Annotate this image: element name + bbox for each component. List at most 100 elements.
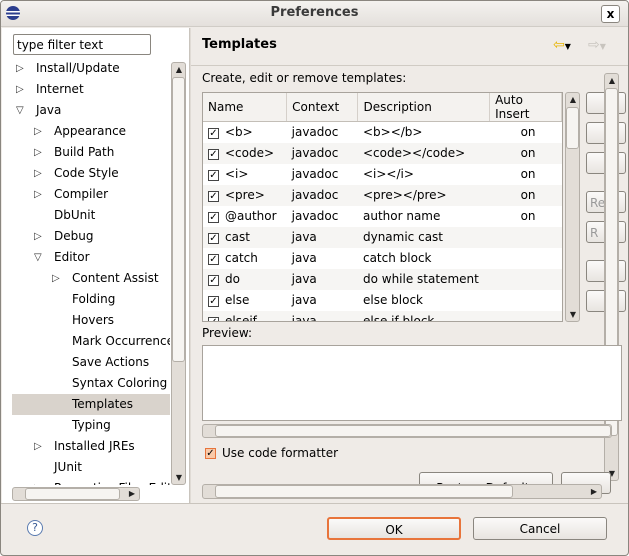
table-vertical-scrollbar[interactable]: ▲ ▼	[565, 92, 580, 322]
column-header-description[interactable]: Description	[357, 93, 491, 122]
context-cell: javadoc	[291, 167, 339, 181]
collapsed-triangle-icon[interactable]: ▷	[16, 79, 24, 100]
tree-item[interactable]: Save Actions	[12, 352, 170, 373]
table-row[interactable]: ✓ <pre> javadoc <pre></pre> on	[203, 184, 562, 206]
help-icon[interactable]: ?	[27, 520, 43, 536]
enabled-checkbox[interactable]: ✓	[208, 128, 219, 140]
scroll-up-arrow-icon[interactable]: ▲	[566, 95, 580, 104]
name-cell: ✓ <pre>	[203, 184, 287, 206]
enabled-checkbox[interactable]: ✓	[208, 275, 219, 286]
scroll-up-arrow-icon[interactable]: ▲	[605, 76, 619, 85]
auto-insert-cell	[490, 248, 562, 269]
scroll-thumb[interactable]	[566, 107, 579, 149]
enabled-checkbox[interactable]: ✓	[208, 212, 219, 223]
scroll-down-arrow-icon[interactable]: ▼	[172, 473, 186, 482]
table-row[interactable]: ✓ cast java dynamic cast	[203, 226, 562, 248]
column-header-name[interactable]: Name	[203, 93, 288, 122]
tree-item[interactable]: ▷ Compiler	[12, 184, 170, 205]
tree-item[interactable]: Mark Occurrences	[12, 331, 170, 352]
forward-arrow-icon[interactable]: ⇨▼	[588, 37, 606, 53]
tree-item-label: Code Style	[54, 166, 119, 180]
collapsed-triangle-icon[interactable]: ▷	[52, 268, 60, 289]
scroll-thumb[interactable]	[215, 485, 513, 498]
collapsed-triangle-icon[interactable]: ▷	[34, 226, 42, 247]
preference-tree: ▷ Install/Update ▷ Internet ▽ Java ▷ Appearance…	[2, 59, 170, 485]
tree-item[interactable]: ▷ Appearance	[12, 121, 170, 142]
collapsed-triangle-icon[interactable]: ▷	[34, 142, 42, 163]
auto-insert-cell	[489, 310, 562, 321]
tree-item-label: Hovers	[72, 313, 115, 327]
enabled-checkbox[interactable]: ✓	[208, 191, 219, 202]
collapsed-triangle-icon[interactable]: ▷	[34, 163, 42, 184]
context-cell: javadoc	[286, 142, 358, 164]
enabled-checkbox[interactable]: ✓	[208, 149, 219, 160]
template-name: <i>	[225, 167, 249, 181]
preview-horizontal-scrollbar[interactable]	[202, 424, 612, 438]
tree-item[interactable]: ▷ Installed JREs	[12, 436, 170, 457]
tree-item[interactable]: Templates	[12, 394, 170, 415]
tree-item[interactable]: DbUnit	[12, 205, 170, 226]
template-name: <code>	[225, 146, 275, 160]
cancel-button[interactable]: Cancel	[473, 517, 607, 540]
close-button[interactable]: x	[601, 5, 620, 23]
tree-item[interactable]: JUnit	[12, 457, 170, 478]
context-cell: java	[291, 293, 317, 307]
tree-item-label: Templates	[72, 397, 134, 411]
table-row[interactable]: ✓ do java do while statement	[203, 268, 562, 290]
enabled-checkbox[interactable]: ✓	[208, 296, 219, 307]
tree-item[interactable]: Typing	[12, 415, 170, 436]
collapsed-triangle-icon[interactable]: ▷	[34, 478, 42, 485]
table-row[interactable]: ✓ elseif java else if block	[203, 310, 562, 321]
tree-item-label: JUnit	[54, 460, 82, 474]
tree-item[interactable]: ▷ Install/Update	[12, 59, 170, 79]
tree-item[interactable]: ▷ Debug	[12, 226, 170, 247]
column-header-auto-insert[interactable]: Auto Insert	[489, 93, 562, 122]
enabled-checkbox[interactable]: ✓	[208, 317, 219, 321]
enabled-checkbox[interactable]: ✓	[208, 254, 219, 265]
table-row[interactable]: ✓ @author javadoc author name on	[203, 206, 562, 227]
table-row[interactable]: ✓ <code> javadoc <code></code> on	[203, 142, 562, 164]
use-code-formatter-checkbox[interactable]: ✓ Use code formatter	[205, 446, 338, 460]
checkbox-icon[interactable]: ✓	[205, 447, 216, 459]
scroll-thumb[interactable]	[215, 425, 611, 437]
scroll-right-arrow-icon[interactable]: ▶	[125, 489, 139, 498]
table-row[interactable]: ✓ <b> javadoc <b></b> on	[203, 122, 562, 143]
collapsed-triangle-icon[interactable]: ▷	[34, 121, 42, 142]
enabled-checkbox[interactable]: ✓	[208, 170, 219, 181]
back-arrow-icon[interactable]: ⇦▼	[553, 37, 571, 53]
table-row[interactable]: ✓ <i> javadoc <i></i> on	[203, 164, 562, 185]
scroll-thumb[interactable]	[172, 77, 185, 362]
tree-item[interactable]: ▷ Content Assist	[12, 268, 170, 289]
tree-item[interactable]: ▷ Build Path	[12, 142, 170, 163]
collapsed-triangle-icon[interactable]: ▷	[34, 436, 42, 457]
name-cell: ✓ do	[203, 268, 287, 290]
expanded-triangle-icon[interactable]: ▽	[16, 100, 24, 121]
tree-item[interactable]: Hovers	[12, 310, 170, 331]
scroll-right-arrow-icon[interactable]: ▶	[587, 487, 601, 496]
ok-button[interactable]: OK	[327, 517, 461, 540]
tree-item[interactable]: Folding	[12, 289, 170, 310]
table-row[interactable]: ✓ catch java catch block	[203, 248, 562, 269]
preview-area[interactable]	[202, 345, 622, 421]
tree-item[interactable]: Syntax Coloring	[12, 373, 170, 394]
tree-item[interactable]: ▷ Properties Files Editor	[12, 478, 170, 485]
tree-item-label: Content Assist	[72, 271, 159, 285]
expanded-triangle-icon[interactable]: ▽	[34, 247, 42, 268]
filter-input[interactable]	[13, 34, 151, 55]
page-horizontal-scrollbar[interactable]: ▶	[202, 484, 602, 499]
tree-horizontal-scrollbar[interactable]: ▶	[12, 487, 140, 501]
enabled-checkbox[interactable]: ✓	[208, 233, 219, 244]
tree-item[interactable]: ▷ Internet	[12, 79, 170, 100]
scroll-up-arrow-icon[interactable]: ▲	[172, 65, 186, 74]
tree-item[interactable]: ▷ Code Style	[12, 163, 170, 184]
tree-item[interactable]: ▽ Editor	[12, 247, 170, 268]
table-row[interactable]: ✓ else java else block	[203, 290, 562, 311]
collapsed-triangle-icon[interactable]: ▷	[34, 184, 42, 205]
scroll-down-arrow-icon[interactable]: ▼	[566, 310, 580, 319]
tree-item[interactable]: ▽ Java	[12, 100, 170, 121]
column-header-context[interactable]: Context	[286, 93, 359, 122]
collapsed-triangle-icon[interactable]: ▷	[16, 59, 24, 79]
scroll-thumb[interactable]	[25, 488, 120, 500]
description-cell: <code></code>	[357, 142, 490, 164]
tree-vertical-scrollbar[interactable]: ▲ ▼	[171, 62, 186, 485]
